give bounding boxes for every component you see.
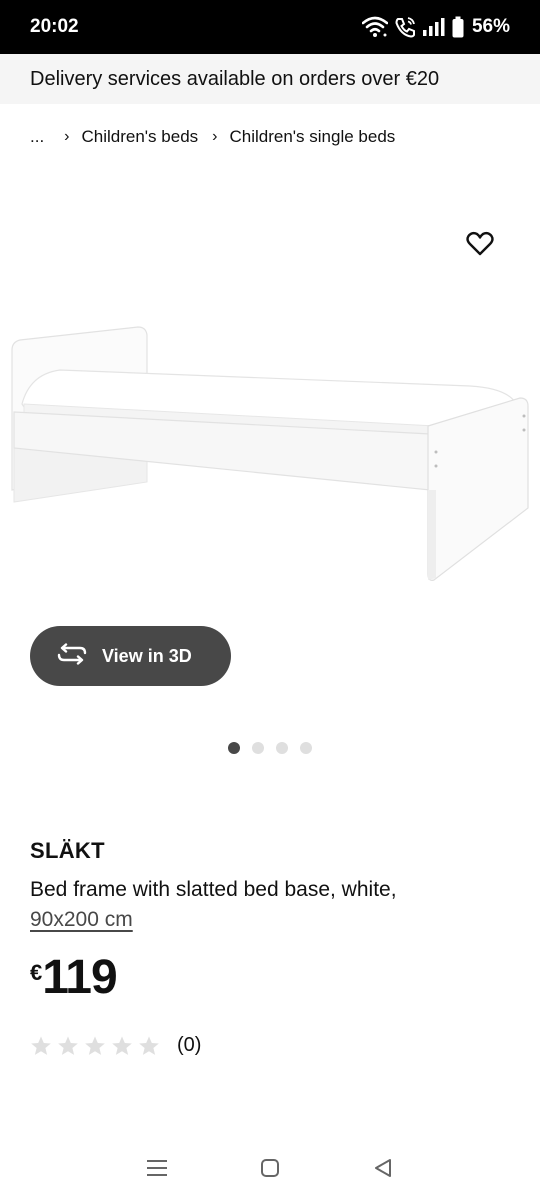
system-nav-bar — [0, 1140, 540, 1200]
battery-percentage: 56% — [471, 16, 510, 37]
carousel-dot[interactable] — [252, 742, 264, 754]
breadcrumb: ... › Children's beds › Children's singl… — [30, 124, 395, 150]
bed-image — [11, 326, 529, 581]
star-icon — [138, 1035, 160, 1057]
price-currency: € — [30, 960, 43, 985]
carousel-dot[interactable] — [228, 742, 240, 754]
view-in-3d-label: View in 3D — [102, 645, 192, 666]
recent-apps-button[interactable] — [137, 1150, 177, 1190]
status-bar: 20:02 56% — [0, 0, 540, 54]
chevron-right-icon: › — [64, 128, 70, 145]
battery-icon — [452, 16, 464, 38]
rating-count: (0) — [177, 1034, 202, 1056]
breadcrumb-childrens-beds[interactable]: Children's beds — [82, 127, 199, 147]
product-page: 20:02 56% Delivery services available on… — [0, 0, 540, 1200]
delivery-banner[interactable]: Delivery services available on orders ov… — [0, 54, 540, 104]
price-amount: 119 — [42, 951, 117, 1004]
product-price: € 119 — [30, 951, 118, 1004]
home-button[interactable] — [250, 1150, 290, 1190]
star-icon — [84, 1035, 106, 1057]
heart-icon — [466, 231, 494, 262]
star-icon — [30, 1035, 52, 1057]
signal-icon — [422, 17, 446, 37]
wifi-icon — [361, 16, 388, 38]
product-name: SLÄKT — [30, 838, 105, 863]
status-icons: 56% — [361, 16, 510, 38]
back-button[interactable] — [363, 1150, 403, 1190]
status-time: 20:02 — [30, 16, 79, 37]
breadcrumb-childrens-single-beds[interactable]: Children's single beds — [229, 127, 395, 147]
carousel-indicator — [228, 742, 312, 754]
chevron-right-icon: › — [212, 128, 218, 145]
product-description: Bed frame with slatted bed base, white, — [30, 878, 397, 901]
carousel-dot[interactable] — [276, 742, 288, 754]
product-image[interactable] — [0, 190, 540, 610]
carousel-dot[interactable] — [300, 742, 312, 754]
star-icon — [57, 1035, 79, 1057]
star-icon — [111, 1035, 133, 1057]
back-icon — [372, 1157, 394, 1184]
product-rating[interactable]: (0) — [30, 1034, 201, 1057]
favorite-button[interactable] — [462, 228, 498, 264]
rotate-3d-icon — [56, 642, 88, 670]
delivery-banner-text: Delivery services available on orders ov… — [30, 67, 440, 90]
home-icon — [259, 1157, 281, 1184]
view-in-3d-button[interactable]: View in 3D — [30, 626, 231, 686]
recent-apps-icon — [146, 1158, 168, 1183]
product-size-link[interactable]: 90x200 cm — [30, 908, 133, 932]
breadcrumb-ellipsis[interactable]: ... — [30, 127, 44, 147]
wifi-call-icon — [394, 16, 416, 38]
